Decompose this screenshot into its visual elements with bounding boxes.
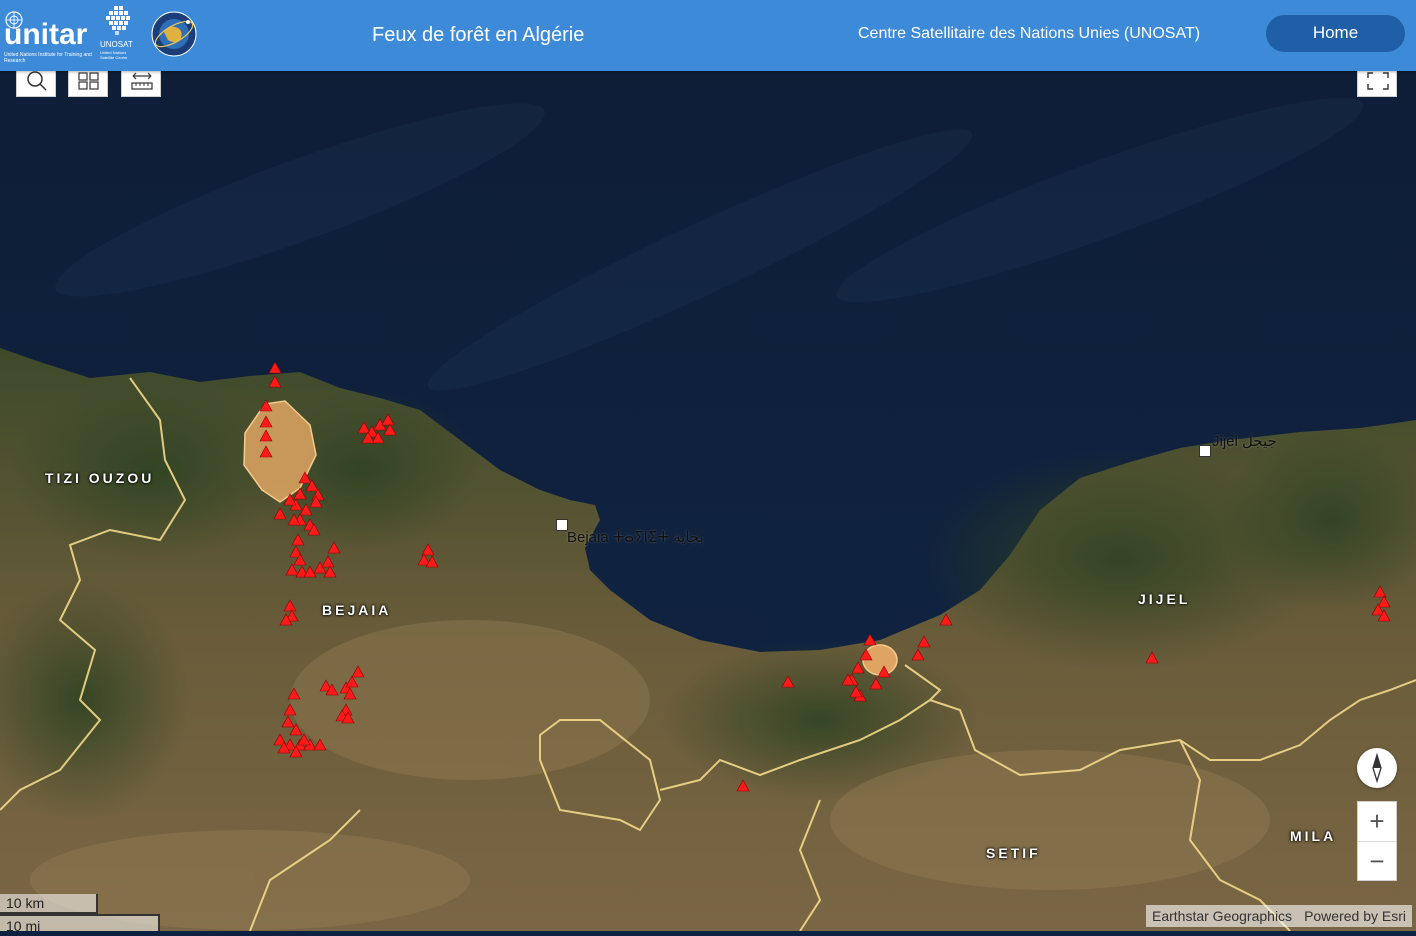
unitar-logo[interactable]: unitar United Nations Institute for Trai… [2,6,92,64]
unitar-wordmark: unitar [4,18,88,51]
search-icon [27,71,47,91]
compass-button[interactable] [1357,748,1397,788]
region-label-bejaia: BEJAIA [322,602,392,618]
region-label-mila: MILA [1290,828,1337,844]
unosat-wordmark: UNOSAT [100,40,133,49]
zoom-out-button[interactable]: − [1358,841,1396,881]
scale-bar-km: 10 km [0,894,98,914]
region-label-setif: SETIF [986,845,1041,861]
unitar-subtitle: United Nations Institute for Training an… [4,52,92,64]
scale-km-label: 10 km [6,895,45,911]
zoom-in-button[interactable]: + [1358,802,1396,841]
city-label-bejaia: Bejaia ⵜⴰⵢⵏⵉⵜ بجاية [567,529,704,546]
unosat-subtitle: United Nations Satellite Centre [100,50,128,60]
map-attribution: Earthstar Geographics Powered by Esri [1145,905,1412,927]
basemap-gallery-icon [78,72,99,90]
scale-bar-mi: 10 mi [0,914,160,934]
unosat-globe-icon [106,6,130,35]
city-marker-jijel[interactable] [1199,445,1211,457]
region-label-tizi-ouzou: TIZI OUZOU [45,470,155,486]
home-button[interactable]: Home [1266,15,1405,52]
unosat-logo[interactable]: UNOSAT United Nations Satellite Centre [100,4,140,62]
satellite-globe-logo-icon[interactable] [150,10,198,58]
center-name: Centre Satellitaire des Nations Unies (U… [858,25,1201,42]
zoom-control: + − [1357,801,1397,881]
city-label-jijel: Jijel جيجل [1212,433,1277,450]
scale-mi-label: 10 mi [6,918,41,934]
app-header: unitar United Nations Institute for Trai… [0,0,1416,71]
fullscreen-icon [1367,72,1389,90]
attribution-source[interactable]: Earthstar Geographics [1152,908,1292,924]
region-label-jijel: JIJEL [1138,591,1191,607]
compass-icon [1372,752,1382,784]
attribution-powered[interactable]: Powered by Esri [1304,908,1406,924]
measure-icon [131,72,153,90]
satellite-map[interactable] [0,0,1416,931]
page-title: Feux de forêt en Algérie [372,24,585,46]
